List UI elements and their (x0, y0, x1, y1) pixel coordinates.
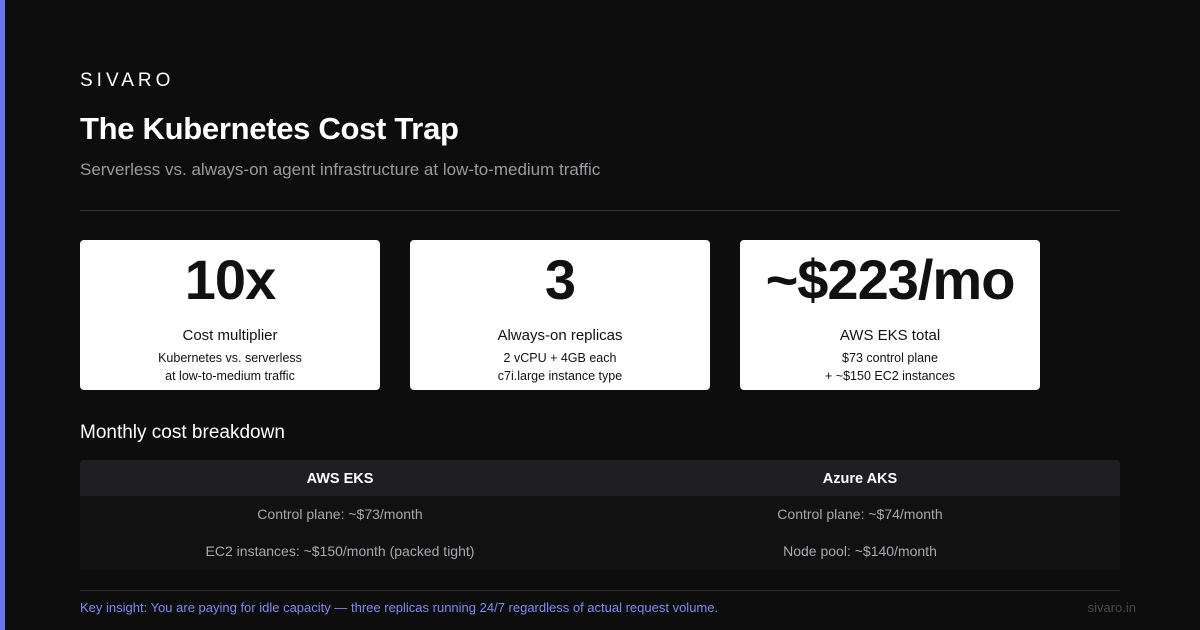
stat-value: 3 (544, 248, 576, 311)
page-title: The Kubernetes Cost Trap (80, 111, 459, 146)
brand-logo: SIVARO (80, 70, 175, 91)
site-url: sivaro.in (1087, 600, 1136, 615)
stat-detail: $73 control plane (842, 351, 938, 365)
stat-detail: c7i.large instance type (497, 369, 623, 383)
table-cell: EC2 instances: ~$150/month (packed tight… (80, 533, 600, 570)
stat-label: Cost multiplier (182, 327, 278, 344)
key-insight-text: Key insight: You are paying for idle cap… (80, 600, 719, 615)
stat-detail: at low-to-medium traffic (165, 369, 295, 383)
stat-card-cost-multiplier: 10x Cost multiplier Kubernetes vs. serve… (80, 240, 380, 390)
header-divider (80, 210, 1120, 211)
table-cell: Node pool: ~$140/month (600, 533, 1120, 570)
stat-value: ~$223/mo (765, 248, 1016, 311)
stat-label: AWS EKS total (839, 327, 941, 344)
stat-card-replicas: 3 Always-on replicas 2 vCPU + 4GB each c… (410, 240, 710, 390)
table-column-aws-eks: AWS EKS Control plane: ~$73/month EC2 in… (80, 460, 600, 570)
table-cell: Control plane: ~$74/month (600, 496, 1120, 533)
stat-value: 10x (184, 248, 276, 311)
table-header: AWS EKS (80, 460, 600, 496)
breakdown-title: Monthly cost breakdown (80, 422, 285, 443)
accent-bar (0, 0, 5, 630)
table-column-azure-aks: Azure AKS Control plane: ~$74/month Node… (600, 460, 1120, 570)
table-header: Azure AKS (600, 460, 1120, 496)
stat-card-eks-total: ~$223/mo AWS EKS total $73 control plane… (740, 240, 1040, 390)
stat-detail: 2 vCPU + 4GB each (503, 351, 617, 365)
table-cell: Control plane: ~$73/month (80, 496, 600, 533)
stat-label: Always-on replicas (497, 327, 623, 344)
stat-detail: + ~$150 EC2 instances (825, 369, 955, 383)
footer-divider (80, 590, 1120, 591)
page-subtitle: Serverless vs. always-on agent infrastru… (80, 160, 601, 179)
stat-detail: Kubernetes vs. serverless (158, 351, 302, 365)
